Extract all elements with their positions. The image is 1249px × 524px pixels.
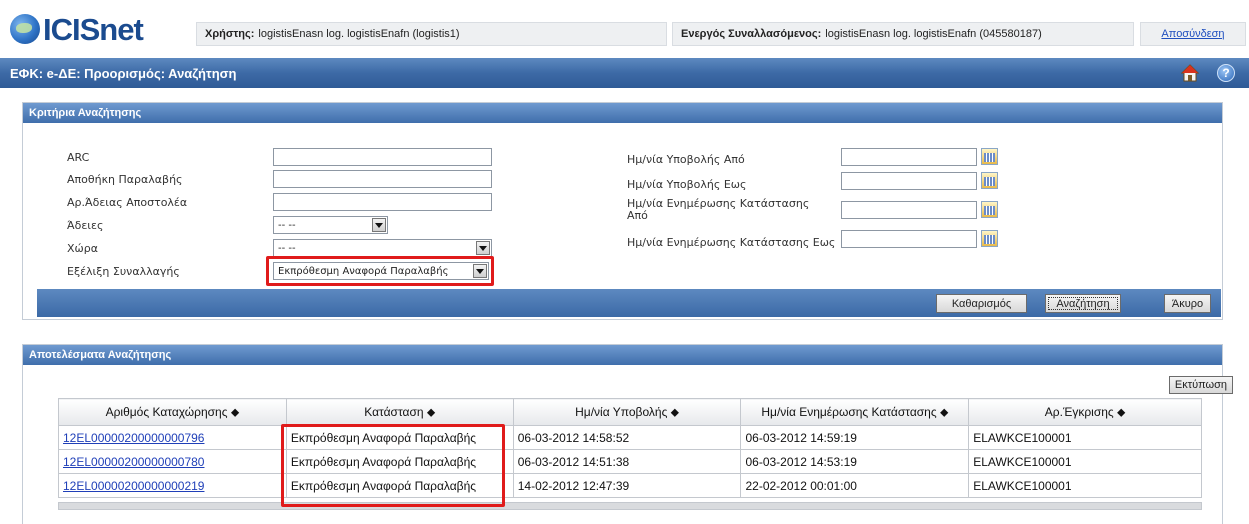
criteria-header: Κριτήρια Αναζήτησης xyxy=(23,103,1222,123)
logout-container: Αποσύνδεση xyxy=(1140,22,1246,46)
search-button[interactable]: Αναζήτηση xyxy=(1045,294,1121,313)
registration-number-link[interactable]: 12EL00000200000000780 xyxy=(63,455,204,469)
registration-number-link[interactable]: 12EL00000200000000796 xyxy=(63,431,204,445)
table-header-row: Αριθμός Καταχώρησης ⬥ Κατάσταση ⬥ Ημ/νία… xyxy=(58,398,1202,426)
column-header-submission-date[interactable]: Ημ/νία Υποβολής ⬥ xyxy=(512,398,742,426)
status-to-input[interactable] xyxy=(841,230,977,248)
user-value: logistisEnasn log. logistisEnafn (logist… xyxy=(258,28,460,40)
status-cell: Εκπρόθεσμη Αναφορά Παραλαβής xyxy=(285,425,514,450)
progress-select-value: Εκπρόθεσμη Αναφορά Παραλαβής xyxy=(278,265,449,277)
calendar-icon[interactable] xyxy=(981,172,998,189)
print-button[interactable]: Εκτύπωση xyxy=(1169,376,1233,394)
submission-date-cell: 14-02-2012 12:47:39 xyxy=(512,473,742,498)
status-update-date-cell: 06-03-2012 14:53:19 xyxy=(740,449,970,474)
submit-to-input[interactable] xyxy=(841,172,977,190)
horizontal-scrollbar[interactable] xyxy=(58,502,1202,510)
trader-value: logistisEnasn log. logistisEnafn (045580… xyxy=(825,28,1042,40)
criteria-button-bar: Καθαρισμός Αναζήτηση Άκυρο xyxy=(37,289,1221,317)
approval-number-cell: ELAWKCE100001 xyxy=(968,425,1202,450)
calendar-icon[interactable] xyxy=(981,230,998,247)
arc-label: ARC xyxy=(67,151,90,164)
status-cell: Εκπρόθεσμη Αναφορά Παραλαβής xyxy=(285,449,514,474)
chevron-down-icon xyxy=(473,264,487,278)
registration-number-cell: 12EL00000200000000796 xyxy=(58,425,287,450)
status-update-date-cell: 06-03-2012 14:59:19 xyxy=(740,425,970,450)
column-header-approval-number[interactable]: Αρ.Έγκρισης ⬥ xyxy=(968,398,1202,426)
progress-select[interactable]: Εκπρόθεσμη Αναφορά Παραλαβής xyxy=(273,262,489,280)
status-to-label: Ημ/νία Ενημέρωσης Κατάστασης Εως xyxy=(627,236,836,249)
permits-label: Άδειες xyxy=(67,219,104,232)
user-info: Χρήστης: logistisEnasn log. logistisEnaf… xyxy=(196,22,667,46)
trader-info: Ενεργός Συναλλασόμενος: logistisEnasn lo… xyxy=(672,22,1134,46)
approval-number-cell: ELAWKCE100001 xyxy=(968,473,1202,498)
country-select-value: -- -- xyxy=(278,242,296,254)
status-from-label-line2: Από xyxy=(627,209,648,222)
submit-from-input[interactable] xyxy=(841,148,977,166)
status-cell: Εκπρόθεσμη Αναφορά Παραλαβής xyxy=(285,473,514,498)
sender-permit-label: Αρ.Άδειας Αποστολέα xyxy=(67,196,188,209)
submission-date-cell: 06-03-2012 14:51:38 xyxy=(512,449,742,474)
progress-label: Εξέλιξη Συναλλαγής xyxy=(67,265,180,278)
permits-select-value: -- -- xyxy=(278,219,296,231)
results-header: Αποτελέσματα Αναζήτησης xyxy=(23,345,1222,365)
user-label: Χρήστης: xyxy=(205,28,255,40)
cancel-button[interactable]: Άκυρο xyxy=(1164,294,1211,313)
registration-number-link[interactable]: 12EL00000200000000219 xyxy=(63,479,204,493)
logout-link[interactable]: Αποσύνδεση xyxy=(1161,28,1224,40)
warehouse-input[interactable] xyxy=(273,170,492,188)
registration-number-cell: 12EL00000200000000219 xyxy=(58,473,287,498)
calendar-icon[interactable] xyxy=(981,148,998,165)
help-icon[interactable]: ? xyxy=(1217,64,1235,82)
table-row: 12EL00000200000000796 Εκπρόθεσμη Αναφορά… xyxy=(58,425,1202,450)
column-header-status[interactable]: Κατάσταση ⬥ xyxy=(285,398,514,426)
column-header-registration-number[interactable]: Αριθμός Καταχώρησης ⬥ xyxy=(58,398,287,426)
submit-from-label: Ημ/νία Υποβολής Από xyxy=(627,153,745,166)
arc-input[interactable] xyxy=(273,148,492,166)
status-from-label: Ημ/νία Ενημέρωσης Κατάστασης xyxy=(627,197,810,210)
home-icon[interactable] xyxy=(1181,64,1199,82)
chevron-down-icon xyxy=(372,218,386,232)
table-row: 12EL00000200000000780 Εκπρόθεσμη Αναφορά… xyxy=(58,449,1202,474)
globe-icon xyxy=(10,14,40,44)
warehouse-label: Αποθήκη Παραλαβής xyxy=(67,173,183,186)
status-update-date-cell: 22-02-2012 00:01:00 xyxy=(740,473,970,498)
search-results-panel: Αποτελέσματα Αναζήτησης Εκτύπωση Αριθμός… xyxy=(22,344,1233,524)
permits-select[interactable]: -- -- xyxy=(273,216,388,234)
status-from-input[interactable] xyxy=(841,201,977,219)
clear-button[interactable]: Καθαρισμός xyxy=(936,294,1027,313)
page-title-bar: ΕΦΚ: e-ΔΕ: Προορισμός: Αναζήτηση ? xyxy=(0,58,1249,88)
page-title: ΕΦΚ: e-ΔΕ: Προορισμός: Αναζήτηση xyxy=(10,65,237,81)
search-criteria-panel: Κριτήρια Αναζήτησης ARC Αποθήκη Παραλαβή… xyxy=(22,102,1223,320)
submit-to-label: Ημ/νία Υποβολής Εως xyxy=(627,178,747,191)
country-label: Χώρα xyxy=(67,242,98,255)
approval-number-cell: ELAWKCE100001 xyxy=(968,449,1202,474)
trader-label: Ενεργός Συναλλασόμενος: xyxy=(681,28,822,40)
top-header: ICISnet Χρήστης: logistisEnasn log. logi… xyxy=(0,0,1249,56)
chevron-down-icon xyxy=(476,241,490,255)
calendar-icon[interactable] xyxy=(981,201,998,218)
submission-date-cell: 06-03-2012 14:58:52 xyxy=(512,425,742,450)
country-select[interactable]: -- -- xyxy=(273,239,492,257)
icisnet-logo: ICISnet xyxy=(10,11,144,47)
column-header-status-update-date[interactable]: Ημ/νία Ενημέρωσης Κατάστασης ⬥ xyxy=(740,398,970,426)
sender-permit-input[interactable] xyxy=(273,193,492,211)
registration-number-cell: 12EL00000200000000780 xyxy=(58,449,287,474)
logo-text: ICISnet xyxy=(43,11,144,47)
results-table: Αριθμός Καταχώρησης ⬥ Κατάσταση ⬥ Ημ/νία… xyxy=(58,398,1202,498)
table-row: 12EL00000200000000219 Εκπρόθεσμη Αναφορά… xyxy=(58,473,1202,498)
